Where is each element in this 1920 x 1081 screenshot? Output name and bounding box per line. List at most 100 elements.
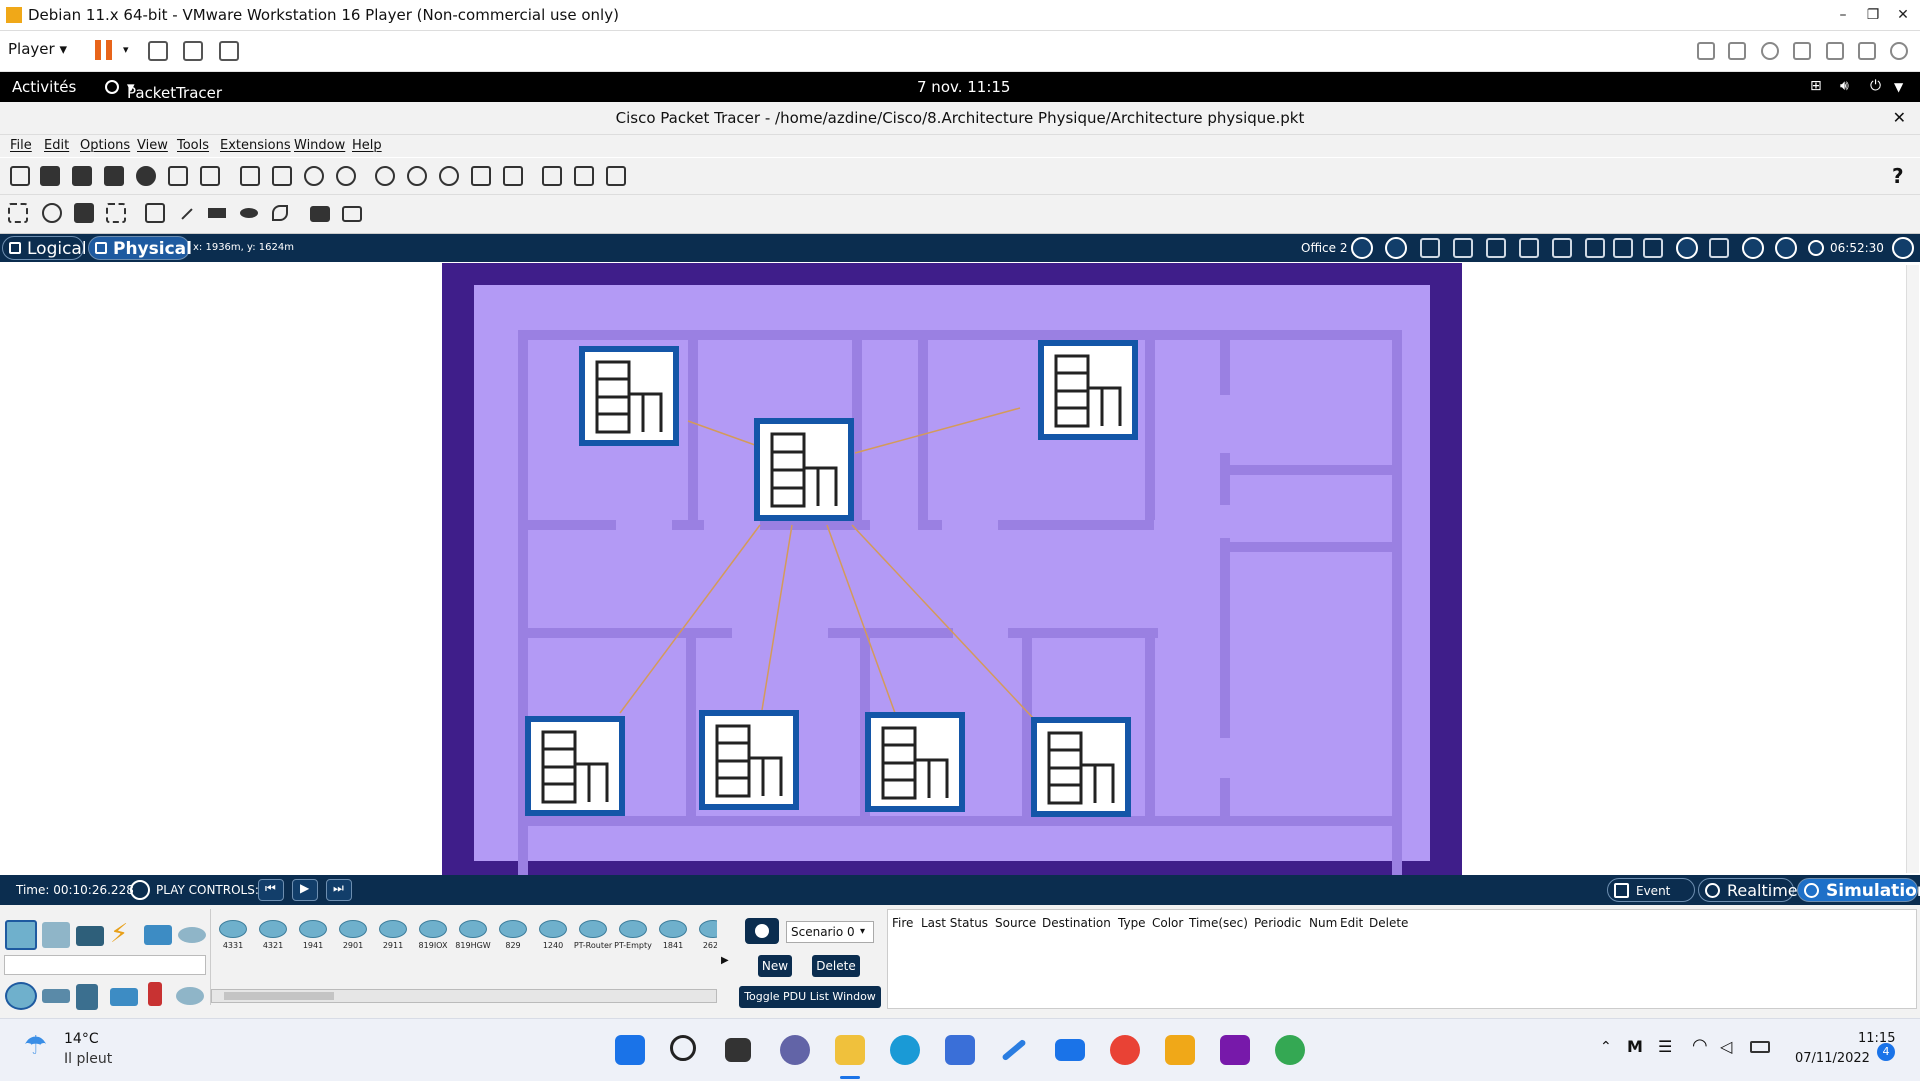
- new-scenario-button[interactable]: New: [758, 955, 792, 977]
- wiring-closet-main[interactable]: [754, 418, 854, 521]
- hubs-category[interactable]: [76, 984, 98, 1010]
- taskbar-date[interactable]: 07/11/2022: [1795, 1051, 1870, 1066]
- gmail-tray-icon[interactable]: M: [1627, 1037, 1643, 1056]
- freeform-icon[interactable]: [272, 205, 288, 221]
- cd-icon[interactable]: [1761, 42, 1779, 60]
- office-table-top-right[interactable]: [1038, 340, 1138, 440]
- weather-rain-icon[interactable]: ☂: [24, 1031, 47, 1061]
- open-folder-icon[interactable]: [40, 166, 60, 186]
- zoom-in-icon[interactable]: [375, 166, 395, 186]
- scroll-thumb[interactable]: [224, 992, 334, 1000]
- start-icon[interactable]: [615, 1035, 645, 1065]
- delete-scenario-button[interactable]: Delete: [812, 955, 860, 977]
- weather-desc[interactable]: Il pleut: [64, 1051, 112, 1067]
- device-1941[interactable]: 1941: [295, 917, 331, 953]
- wireless-devices-category[interactable]: [110, 988, 138, 1006]
- device-2620[interactable]: 2620: [695, 917, 717, 953]
- connections-icon[interactable]: ⚡: [110, 919, 128, 949]
- sound-icon[interactable]: [1858, 42, 1876, 60]
- redo-icon[interactable]: [336, 166, 356, 186]
- new-container-icon[interactable]: [1585, 238, 1605, 258]
- collapse-arrow-icon[interactable]: ▶: [721, 955, 729, 966]
- move-object-icon[interactable]: [1552, 238, 1572, 258]
- security-category[interactable]: [148, 982, 162, 1006]
- minimize-button[interactable]: –: [1828, 4, 1858, 26]
- pause-icon[interactable]: [95, 40, 113, 60]
- player-menu-button[interactable]: Player ▾: [8, 40, 67, 58]
- routers-category[interactable]: [5, 982, 37, 1010]
- search-icon[interactable]: [670, 1035, 696, 1061]
- show-hidden-icons-chevron-icon[interactable]: ⌃: [1600, 1039, 1612, 1055]
- menu-file[interactable]: File: [10, 138, 32, 153]
- play-button[interactable]: ▶: [292, 879, 318, 901]
- system-clock[interactable]: 7 nov. 11:15: [917, 78, 1010, 96]
- chat-icon[interactable]: [780, 1035, 810, 1065]
- device-4321[interactable]: 4321: [255, 917, 291, 953]
- viewport-grid-icon[interactable]: [1709, 238, 1729, 258]
- drive-icon[interactable]: [1728, 42, 1746, 60]
- activity-wizard-icon[interactable]: [200, 166, 220, 186]
- device-1240[interactable]: 1240: [535, 917, 571, 953]
- set-tiled-background-icon[interactable]: [1613, 238, 1633, 258]
- vmware-icon[interactable]: [1165, 1035, 1195, 1065]
- onenote-icon[interactable]: [1220, 1035, 1250, 1065]
- new-table-icon[interactable]: [1519, 238, 1539, 258]
- weather-temp[interactable]: 14°C: [64, 1031, 99, 1047]
- new-building-icon[interactable]: [1420, 238, 1440, 258]
- menu-options[interactable]: Options: [80, 138, 130, 153]
- device-pt-empty[interactable]: PT-Empty: [614, 917, 652, 953]
- notification-badge[interactable]: 4: [1877, 1043, 1895, 1061]
- undo-icon[interactable]: [304, 166, 324, 186]
- place-note-icon[interactable]: [145, 203, 165, 223]
- device-4331[interactable]: 4331: [215, 917, 251, 953]
- activities-button[interactable]: Activités: [12, 78, 76, 96]
- wifi-icon[interactable]: ◠: [1692, 1035, 1708, 1056]
- power-icon[interactable]: ⏻: [1870, 78, 1881, 94]
- grid-icon[interactable]: [1643, 238, 1663, 258]
- chrome-profile-icon[interactable]: [1275, 1035, 1305, 1065]
- custom-devices-dialog-icon[interactable]: [503, 166, 523, 186]
- forward-icon[interactable]: [1697, 42, 1715, 60]
- office-table-bottom-2[interactable]: [699, 710, 799, 810]
- close-button[interactable]: ✕: [1888, 4, 1918, 26]
- menu-edit[interactable]: Edit: [44, 138, 69, 153]
- device-819hgw[interactable]: 819HGW: [455, 917, 491, 953]
- image-icon[interactable]: [606, 166, 626, 186]
- new-file-icon[interactable]: [10, 166, 30, 186]
- new-closet-icon[interactable]: [1453, 238, 1473, 258]
- viewport-icon[interactable]: [542, 166, 562, 186]
- device-829[interactable]: 829: [495, 917, 531, 953]
- office-table-1[interactable]: [579, 346, 679, 446]
- todo-icon[interactable]: [1001, 1038, 1027, 1062]
- copy-icon[interactable]: [240, 166, 260, 186]
- draw-ellipse-icon[interactable]: [240, 208, 258, 218]
- edge-icon[interactable]: [890, 1035, 920, 1065]
- wireless-icon[interactable]: [1742, 237, 1764, 259]
- new-rack-icon[interactable]: [1486, 238, 1506, 258]
- custom-device-icon[interactable]: [168, 166, 188, 186]
- zoom-reset-icon[interactable]: [407, 166, 427, 186]
- app-menu-button[interactable]: PacketTracer ▾: [127, 78, 222, 102]
- miscellaneous-category[interactable]: [144, 925, 172, 945]
- maximize-button[interactable]: ❐: [1858, 4, 1888, 26]
- unity-icon[interactable]: [219, 41, 239, 61]
- floor-plan[interactable]: [0, 263, 1920, 890]
- print-icon[interactable]: [104, 166, 124, 186]
- paste-icon[interactable]: [272, 166, 292, 186]
- device-pt-router[interactable]: PT-Router: [574, 917, 612, 953]
- realtime-mode-button[interactable]: Realtime: [1698, 878, 1798, 902]
- network-devices-category[interactable]: [5, 920, 37, 950]
- usb-icon[interactable]: [1890, 42, 1908, 60]
- event-list-button[interactable]: Event List: [1607, 878, 1695, 922]
- end-devices-category[interactable]: [42, 922, 70, 948]
- components-category[interactable]: [76, 926, 104, 946]
- inspect-icon[interactable]: [42, 203, 62, 223]
- device-list-scrollbar[interactable]: [211, 989, 717, 1003]
- send-ctrl-alt-del-icon[interactable]: [148, 41, 168, 61]
- office-table-bottom-3[interactable]: [865, 712, 965, 812]
- move-icon[interactable]: [1676, 237, 1698, 259]
- workspace-scrollbar[interactable]: [1906, 265, 1919, 873]
- back-step-button[interactable]: ⏮: [258, 879, 284, 901]
- pause-dropdown-icon[interactable]: ▾: [123, 43, 129, 56]
- environment-icon[interactable]: [1775, 237, 1797, 259]
